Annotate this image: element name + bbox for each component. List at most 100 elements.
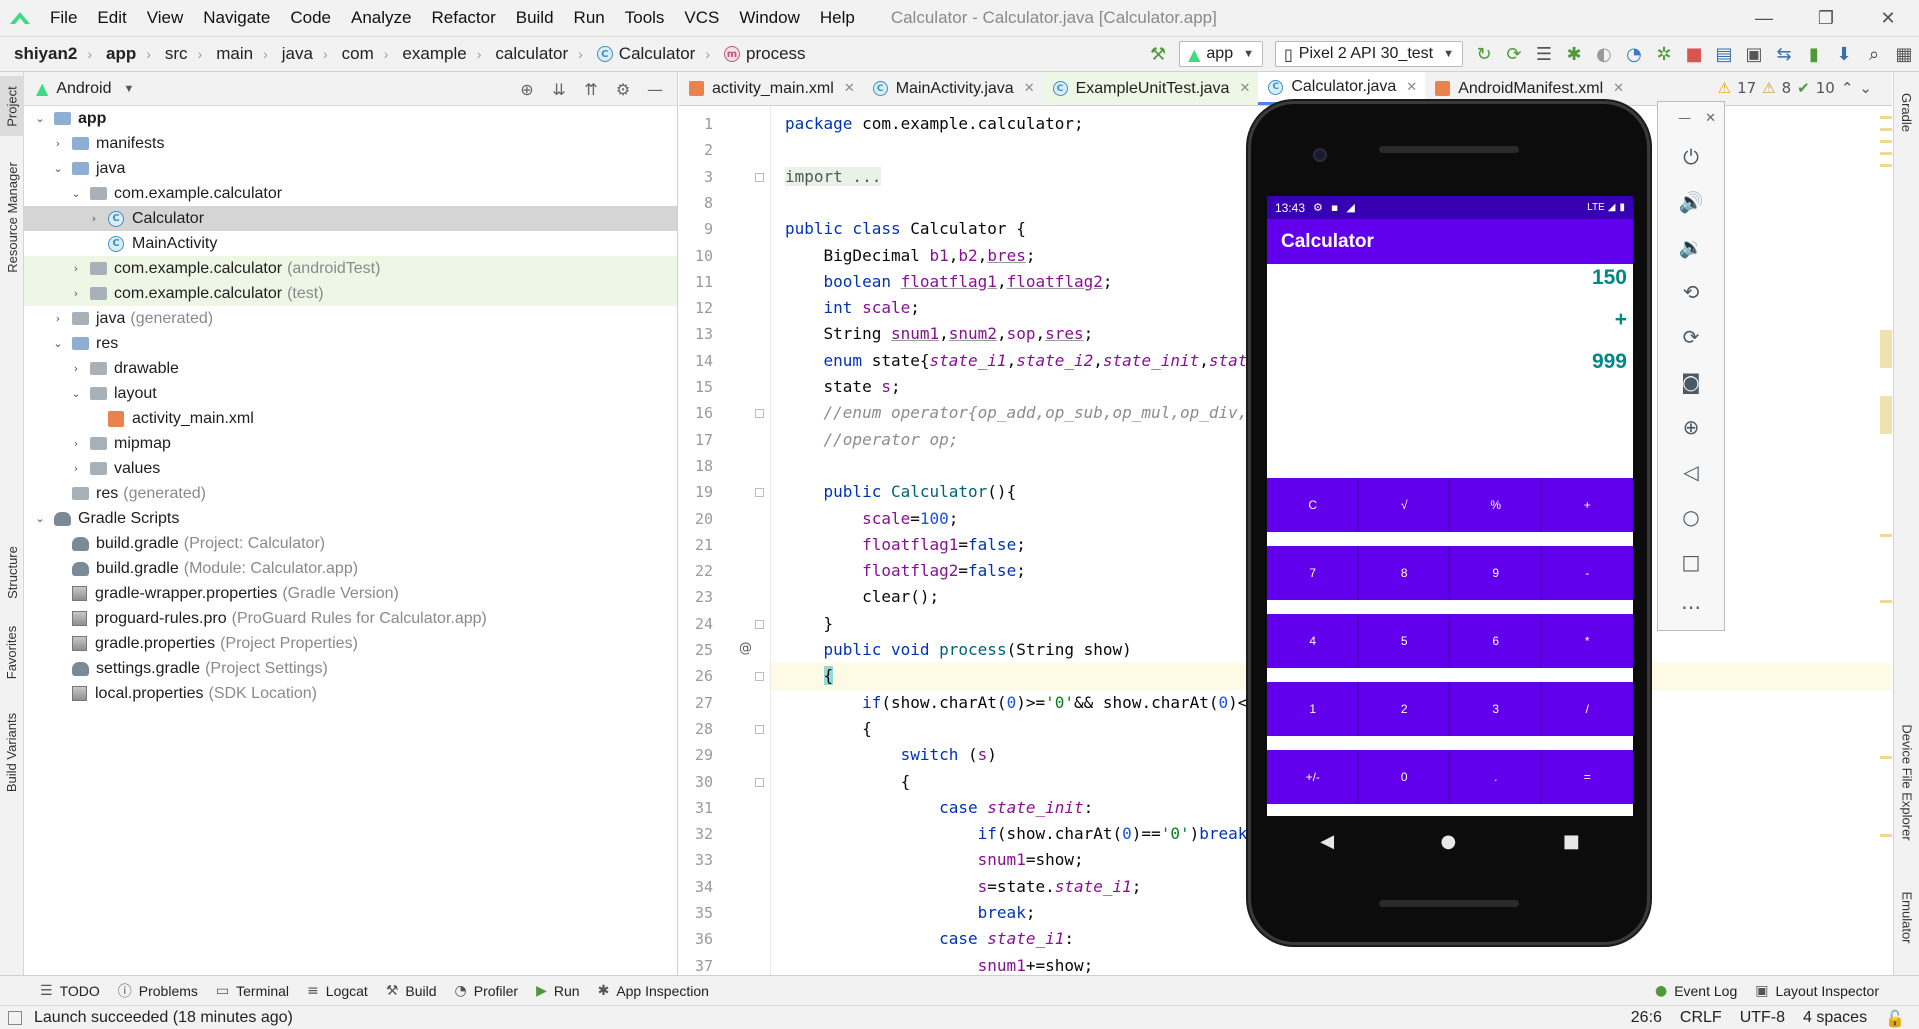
override-marker-icon[interactable]: @ (739, 641, 752, 656)
tree-item[interactable]: ⌄ com.example.calculator (24, 181, 677, 206)
tab-activity-main-xml[interactable]: activity_main.xml ✕ (679, 72, 863, 105)
menu-run[interactable]: Run (564, 0, 615, 36)
menu-navigate[interactable]: Navigate (193, 0, 280, 36)
tree-item[interactable]: › drawable (24, 356, 677, 381)
tool-tab-project[interactable]: Project (0, 76, 24, 136)
tree-item[interactable]: settings.gradle (Project Settings) (24, 656, 677, 681)
tree-item[interactable]: C MainActivity (24, 231, 677, 256)
tool-tab-todo[interactable]: ☰ TODO (40, 983, 100, 999)
chevron-down-icon[interactable]: ▼ (123, 83, 134, 95)
indent-setting[interactable]: 4 spaces (1803, 1009, 1867, 1027)
run-config-select[interactable]: ▲ app ▼ (1179, 41, 1263, 67)
tree-item[interactable]: build.gradle (Project: Calculator) (24, 531, 677, 556)
chevron-down-icon[interactable]: ⌄ (32, 512, 48, 525)
ide-logo-icon[interactable]: ▦ (1889, 39, 1919, 69)
tree-item[interactable]: proguard-rules.pro (ProGuard Rules for Ca… (24, 606, 677, 631)
menu-file[interactable]: File (40, 0, 87, 36)
breadcrumb-com[interactable]: com (342, 44, 374, 64)
hammer-icon[interactable]: ⚒ (1143, 39, 1173, 69)
tool-tab-profiler[interactable]: ◔ Profiler (455, 983, 519, 999)
calc-key[interactable]: 8 (1359, 546, 1451, 600)
nav-back-icon[interactable]: ◀ (1320, 831, 1334, 852)
calc-key[interactable]: 4 (1267, 614, 1359, 668)
menu-vcs[interactable]: VCS (674, 0, 729, 36)
breadcrumb-src[interactable]: src (165, 44, 188, 64)
menu-code[interactable]: Code (280, 0, 341, 36)
tool-windows-icon[interactable] (8, 1010, 22, 1025)
zoom-icon[interactable]: ⊕ (1658, 404, 1724, 449)
calc-key[interactable]: / (1542, 682, 1634, 736)
fold-marker-icon[interactable] (755, 619, 764, 629)
minimize-button[interactable]: — (1733, 0, 1795, 36)
tab-exampleunittest-java[interactable]: C ExampleUnitTest.java ✕ (1042, 72, 1259, 105)
more-icon[interactable]: ⋯ (1658, 584, 1724, 629)
home-icon[interactable]: ○ (1658, 494, 1724, 539)
calc-key[interactable]: % (1450, 478, 1542, 532)
tree-item[interactable]: › values (24, 456, 677, 481)
tool-tab-problems[interactable]: ⓘ Problems (118, 981, 198, 1001)
volume-down-icon[interactable]: 🔉 (1658, 224, 1724, 269)
select-opened-file-icon[interactable]: ⊕ (511, 80, 543, 99)
calc-key[interactable]: - (1542, 546, 1634, 600)
fold-marker-icon[interactable] (755, 777, 764, 787)
menu-tools[interactable]: Tools (615, 0, 675, 36)
tree-item[interactable]: gradle-wrapper.properties (Gradle Version… (24, 581, 677, 606)
fold-marker-icon[interactable] (755, 488, 764, 498)
tree-item[interactable]: build.gradle (Module: Calculator.app) (24, 556, 677, 581)
tree-item[interactable]: ⌄ java (24, 156, 677, 181)
tree-item[interactable]: ⌄ Gradle Scripts (24, 506, 677, 531)
inspection-widget[interactable]: ⚠ 17 ⚠ 8 ✔ 10 ⌃ ⌄ (1712, 79, 1872, 97)
tool-tab-terminal[interactable]: ▭ Terminal (216, 983, 289, 999)
menu-view[interactable]: View (137, 0, 194, 36)
project-view-select[interactable]: Android (56, 80, 111, 98)
fold-marker-icon[interactable] (755, 724, 764, 734)
gear-icon[interactable]: ⚙ (607, 80, 639, 99)
calc-key[interactable]: = (1542, 750, 1634, 804)
collapse-all-icon[interactable]: ⇈ (575, 80, 607, 99)
camera-icon[interactable]: ◙ (1658, 359, 1724, 404)
chevron-right-icon[interactable]: › (86, 212, 102, 225)
close-icon[interactable]: ✕ (1024, 81, 1035, 96)
calc-key[interactable]: 9 (1450, 546, 1542, 600)
chevron-down-icon[interactable]: ⌄ (32, 112, 48, 125)
rotate-right-icon[interactable]: ⟳ (1658, 314, 1724, 359)
menu-edit[interactable]: Edit (87, 0, 136, 36)
calc-key[interactable]: C (1267, 478, 1359, 532)
sync-gradle-icon[interactable]: ⇆ (1769, 39, 1799, 69)
tree-item[interactable]: › com.example.calculator (test) (24, 281, 677, 306)
tree-item[interactable]: › com.example.calculator (androidTest) (24, 256, 677, 281)
fold-marker-icon[interactable] (755, 409, 764, 419)
profiler-icon[interactable]: ◔ (1619, 39, 1649, 69)
breadcrumb-java[interactable]: java (282, 44, 313, 64)
breadcrumb-app[interactable]: app (106, 44, 136, 64)
device-manager-icon[interactable]: ▤ (1709, 39, 1739, 69)
stop-icon[interactable]: ■ (1679, 39, 1709, 69)
close-window-button[interactable]: ✕ (1857, 0, 1919, 36)
attach-debugger-icon[interactable]: ✲ (1649, 39, 1679, 69)
fold-marker-icon[interactable] (755, 672, 764, 682)
breadcrumb-example[interactable]: example (402, 44, 466, 64)
breadcrumb-calculator-pkg[interactable]: calculator (495, 44, 568, 64)
tool-tab-event-log[interactable]: ● Event Log (1655, 983, 1737, 999)
calc-key[interactable]: 1 (1267, 682, 1359, 736)
tree-item[interactable]: res (generated) (24, 481, 677, 506)
apply-changes-icon[interactable]: ⟳ (1499, 39, 1529, 69)
menu-refactor[interactable]: Refactor (421, 0, 505, 36)
menu-build[interactable]: Build (506, 0, 564, 36)
chevron-down-icon[interactable]: ⌄ (68, 187, 84, 200)
calc-key[interactable]: . (1450, 750, 1542, 804)
menu-help[interactable]: Help (810, 0, 865, 36)
debug-icon[interactable]: ✱ (1559, 39, 1589, 69)
breadcrumb-shiyan2[interactable]: shiyan2 (14, 44, 77, 64)
chevron-down-icon[interactable]: ⌄ (1859, 79, 1872, 97)
overview-icon[interactable]: □ (1658, 539, 1724, 584)
tool-tab-logcat[interactable]: ≡ Logcat (307, 983, 368, 999)
tree-item[interactable]: gradle.properties (Project Properties) (24, 631, 677, 656)
back-icon[interactable]: ◁ (1658, 449, 1724, 494)
tool-tab-build[interactable]: ⚒ Build (386, 983, 437, 999)
breadcrumb-main[interactable]: main (216, 44, 253, 64)
chevron-up-icon[interactable]: ⌃ (1841, 79, 1854, 97)
tree-item[interactable]: activity_main.xml (24, 406, 677, 431)
chevron-right-icon[interactable]: › (50, 137, 66, 150)
caret-position[interactable]: 26:6 (1631, 1009, 1662, 1027)
